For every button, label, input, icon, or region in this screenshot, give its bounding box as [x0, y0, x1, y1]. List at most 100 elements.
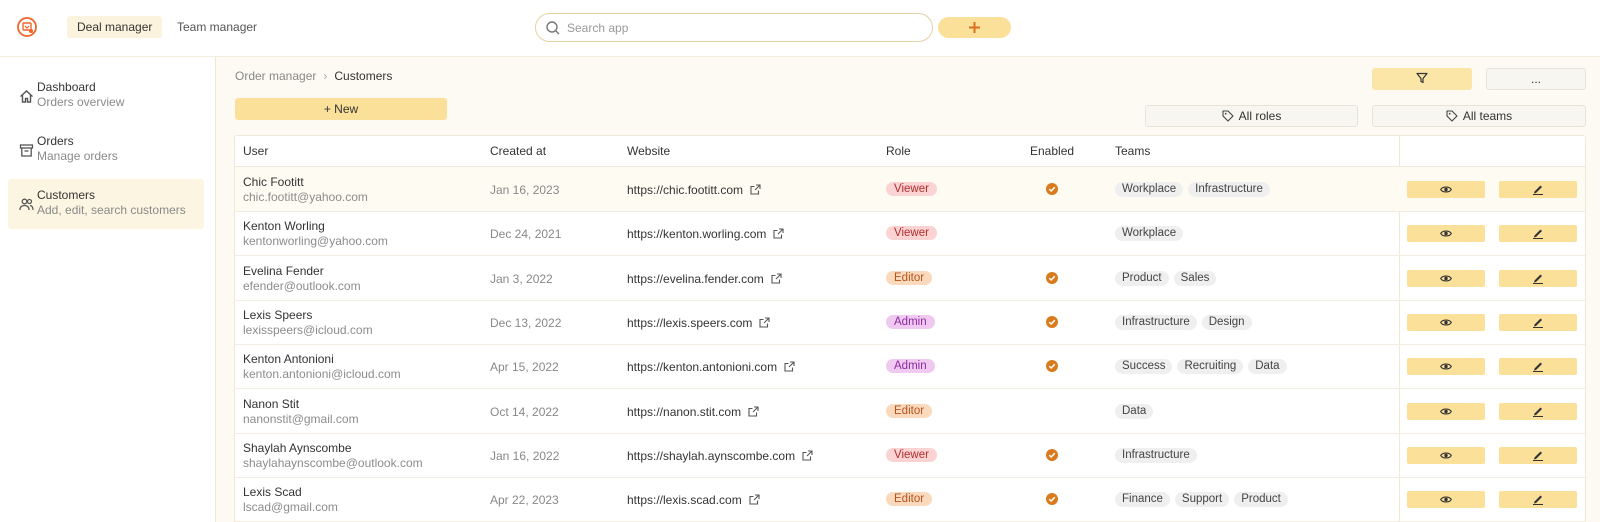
view-button[interactable] [1407, 269, 1485, 287]
external-link-icon[interactable] [748, 405, 759, 417]
website-link[interactable]: https://lexis.scad.com [627, 493, 760, 507]
edit-button[interactable] [1499, 269, 1577, 287]
enabled-check-icon [1046, 360, 1058, 373]
eye-icon [1440, 363, 1452, 370]
website-url[interactable]: https://kenton.worling.com [627, 227, 766, 241]
user-email: chic.footitt@yahoo.com [243, 190, 368, 204]
user-name: Nanon Stit [243, 396, 300, 411]
table-row[interactable]: Kenton Worling kentonworling@yahoo.com Dec… [235, 211, 1585, 257]
enabled-check-icon [1046, 271, 1058, 284]
table-row[interactable]: Chic Footitt chic.footitt@yahoo.com Jan 16… [235, 167, 1585, 212]
external-link-icon[interactable] [773, 228, 784, 239]
sidebar-item-orders[interactable]: Orders Manage orders [8, 125, 204, 175]
table-row[interactable]: Shaylah Aynscombe shaylahaynscombe@outloo… [235, 433, 1585, 478]
column-header-teams: Teams [1115, 144, 1151, 158]
search-icon [546, 21, 560, 35]
breadcrumb-parent[interactable]: Order manager [235, 69, 316, 83]
add-button[interactable] [938, 17, 1011, 38]
more-button[interactable]: ... [1486, 68, 1586, 90]
table-row[interactable]: Kenton Antonioni kenton.antonioni@icloud.… [235, 344, 1585, 390]
view-button[interactable] [1407, 358, 1485, 376]
website-url[interactable]: https://shaylah.aynscombe.com [627, 449, 795, 463]
external-link-icon[interactable] [771, 273, 782, 284]
website-link[interactable]: https://kenton.antonioni.com [627, 360, 795, 374]
edit-button[interactable] [1499, 402, 1577, 420]
user-email: kenton.antonioni@icloud.com [243, 367, 401, 382]
sidebar-item-title: Dashboard [37, 80, 96, 94]
new-customer-button[interactable]: + New [235, 98, 447, 120]
team-badge: Infrastructure [1188, 182, 1270, 197]
external-link-icon[interactable] [784, 361, 795, 372]
tab-team-manager[interactable]: Team manager [167, 16, 267, 38]
enabled-check-icon [1046, 183, 1058, 195]
logo-icon[interactable] [16, 16, 38, 38]
role-badge: Viewer [886, 226, 937, 241]
edit-button[interactable] [1499, 181, 1577, 198]
breadcrumb-current: Customers [334, 69, 393, 83]
role-badge: Editor [886, 492, 933, 507]
column-header-user: User [243, 144, 269, 158]
website-url[interactable]: https://kenton.antonioni.com [627, 360, 777, 374]
eye-icon [1440, 186, 1452, 193]
edit-button[interactable] [1499, 358, 1577, 376]
eye-icon [1440, 452, 1452, 459]
all-roles-filter[interactable]: All roles [1145, 105, 1358, 127]
edit-button[interactable] [1499, 491, 1577, 509]
tab-deal-manager[interactable]: Deal manager [67, 16, 163, 38]
team-list: Infrastructure [1115, 447, 1197, 463]
sidebar-item-customers[interactable]: Customers Add, edit, search customers [8, 179, 204, 229]
external-link-icon[interactable] [759, 317, 770, 328]
user-name: Lexis Scad [243, 485, 302, 500]
edit-button[interactable] [1499, 225, 1577, 243]
view-button[interactable] [1407, 402, 1485, 420]
website-url[interactable]: https://lexis.scad.com [627, 493, 742, 507]
team-list: Success Recruiting Data [1115, 359, 1287, 375]
user-name: Kenton Antonioni [243, 352, 334, 367]
user-name: Shaylah Aynscombe [243, 440, 352, 455]
home-icon [20, 90, 33, 103]
view-button[interactable] [1407, 446, 1485, 464]
created-at: Apr 22, 2023 [490, 493, 559, 508]
website-url[interactable]: https://evelina.fender.com [627, 272, 764, 286]
website-link[interactable]: https://kenton.worling.com [627, 227, 784, 241]
breadcrumb-separator: › [323, 69, 328, 83]
team-list: Workplace [1115, 226, 1184, 242]
view-button[interactable] [1407, 313, 1485, 331]
table-row[interactable]: Lexis Speers lexisspeers@icloud.com Dec 13… [235, 300, 1585, 345]
table-header: User Created at Website Role Enabled Tea… [235, 136, 1585, 167]
website-url[interactable]: https://lexis.speers.com [627, 316, 752, 330]
table-row[interactable]: Nanon Stit nanonstit@gmail.com Oct 14, 202… [235, 389, 1585, 434]
table-row[interactable]: Evelina Fender efender@outlook.com Jan 3, … [235, 256, 1585, 301]
created-at: Apr 15, 2022 [490, 360, 559, 375]
team-badge: Recruiting [1177, 359, 1244, 375]
breadcrumb: Order manager › Customers [235, 69, 392, 83]
edit-button[interactable] [1499, 313, 1577, 331]
team-badge: Workplace [1115, 182, 1184, 197]
sidebar-item-subtitle: Add, edit, search customers [37, 203, 186, 217]
table-row[interactable]: Lexis Scad lscad@gmail.com Apr 22, 2023 htt… [235, 477, 1585, 522]
website-link[interactable]: https://chic.footitt.com [627, 183, 761, 197]
external-link-icon[interactable] [749, 494, 760, 505]
enabled-check-icon [1046, 448, 1058, 461]
external-link-icon[interactable] [750, 184, 761, 195]
filter-button[interactable] [1372, 68, 1472, 90]
created-at: Jan 3, 2022 [490, 271, 553, 286]
sidebar-item-dashboard[interactable]: Dashboard Orders overview [8, 71, 204, 121]
view-button[interactable] [1407, 181, 1485, 198]
edit-icon [1533, 362, 1543, 373]
view-button[interactable] [1407, 225, 1485, 243]
website-url[interactable]: https://chic.footitt.com [627, 183, 743, 197]
user-name: Lexis Speers [243, 307, 313, 322]
website-link[interactable]: https://evelina.fender.com [627, 272, 782, 286]
website-link[interactable]: https://lexis.speers.com [627, 316, 770, 330]
all-teams-filter[interactable]: All teams [1372, 105, 1586, 127]
role-badge: Admin [886, 359, 935, 374]
edit-button[interactable] [1499, 446, 1577, 464]
user-email: shaylahaynscombe@outlook.com [243, 455, 423, 470]
website-link[interactable]: https://shaylah.aynscombe.com [627, 449, 813, 463]
website-link[interactable]: https://nanon.stit.com [627, 405, 759, 419]
search-input[interactable] [567, 18, 922, 38]
external-link-icon[interactable] [802, 450, 813, 461]
view-button[interactable] [1407, 491, 1485, 509]
website-url[interactable]: https://nanon.stit.com [627, 405, 741, 419]
